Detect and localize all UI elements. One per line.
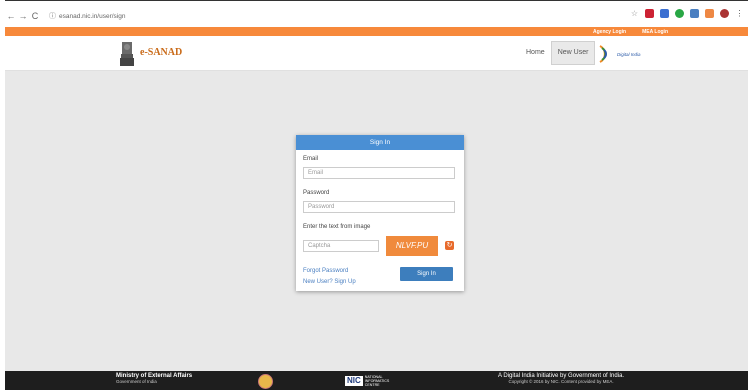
screen: ← → C ⓘ esanad.nic.in/user/sign ☆ ⋮ Agen… — [0, 0, 753, 390]
emblem-badge-icon — [258, 374, 273, 389]
password-field[interactable]: Password — [303, 201, 455, 213]
extension-icon[interactable] — [675, 9, 684, 18]
forgot-password-link[interactable]: Forgot Password — [303, 268, 348, 274]
nic-logo-mark: NIC — [345, 376, 363, 386]
back-button[interactable]: ← — [5, 11, 17, 21]
signin-button[interactable]: Sign In — [400, 267, 453, 281]
extension-icon[interactable] — [645, 9, 654, 18]
email-field[interactable]: Email — [303, 167, 455, 179]
top-border — [5, 0, 748, 1]
url-text: esanad.nic.in/user/sign — [59, 12, 126, 20]
password-label: Password — [303, 190, 330, 196]
reload-button[interactable]: C — [29, 11, 41, 21]
site-footer: Ministry of External Affairs Government … — [5, 371, 748, 390]
address-bar[interactable]: ⓘ esanad.nic.in/user/sign — [49, 11, 126, 21]
browser-toolbar: ← → C ⓘ esanad.nic.in/user/sign ☆ ⋮ — [5, 6, 748, 26]
star-icon[interactable]: ☆ — [630, 9, 639, 18]
top-strip: Agency Login MEA Login — [5, 27, 748, 36]
digital-india-text: Digital India — [617, 52, 641, 57]
agency-login-link[interactable]: Agency Login — [593, 29, 626, 35]
profile-icon[interactable] — [720, 9, 729, 18]
captcha-field[interactable]: Captcha — [303, 240, 379, 252]
menu-icon[interactable]: ⋮ — [735, 9, 744, 18]
forward-button[interactable]: → — [17, 11, 29, 21]
nav-new-user[interactable]: New User — [550, 41, 596, 65]
signin-title: Sign In — [296, 135, 464, 150]
extension-icon[interactable] — [690, 9, 699, 18]
main-nav: Home New User — [520, 36, 596, 70]
extensions: ☆ ⋮ — [630, 9, 744, 18]
content-area: Sign In Email Email Password Password En… — [5, 71, 748, 371]
info-icon[interactable]: ⓘ — [49, 11, 56, 21]
signup-link[interactable]: New User? Sign Up — [303, 279, 356, 285]
extension-icon[interactable] — [705, 9, 714, 18]
footer-credits: A Digital India Initiative by Government… — [498, 373, 624, 384]
refresh-captcha-icon[interactable]: ↻ — [445, 241, 454, 250]
email-label: Email — [303, 156, 319, 162]
captcha-image: NLVF.PU — [386, 236, 438, 256]
signin-dialog: Sign In Email Email Password Password En… — [296, 135, 464, 291]
site-header: e-SANAD Home New User Digital India — [5, 36, 748, 71]
copyright-text: Copyright © 2016 by NIC. Content provide… — [508, 379, 614, 384]
mea-login-link[interactable]: MEA Login — [642, 29, 668, 35]
extension-icon[interactable] — [660, 9, 669, 18]
nic-logo: NIC NATIONAL INFORMATICS CENTRE — [345, 375, 395, 387]
nav-home[interactable]: Home — [520, 42, 551, 64]
digital-india-logo: Digital India — [599, 45, 641, 63]
captcha-label: Enter the text from image — [303, 224, 371, 230]
ministry-block: Ministry of External Affairs Government … — [116, 373, 192, 384]
nic-logo-text: NATIONAL INFORMATICS CENTRE — [364, 375, 390, 387]
site-logo[interactable]: e-SANAD — [140, 47, 182, 58]
emblem-icon — [120, 42, 134, 66]
government-name: Government of India — [116, 379, 157, 384]
